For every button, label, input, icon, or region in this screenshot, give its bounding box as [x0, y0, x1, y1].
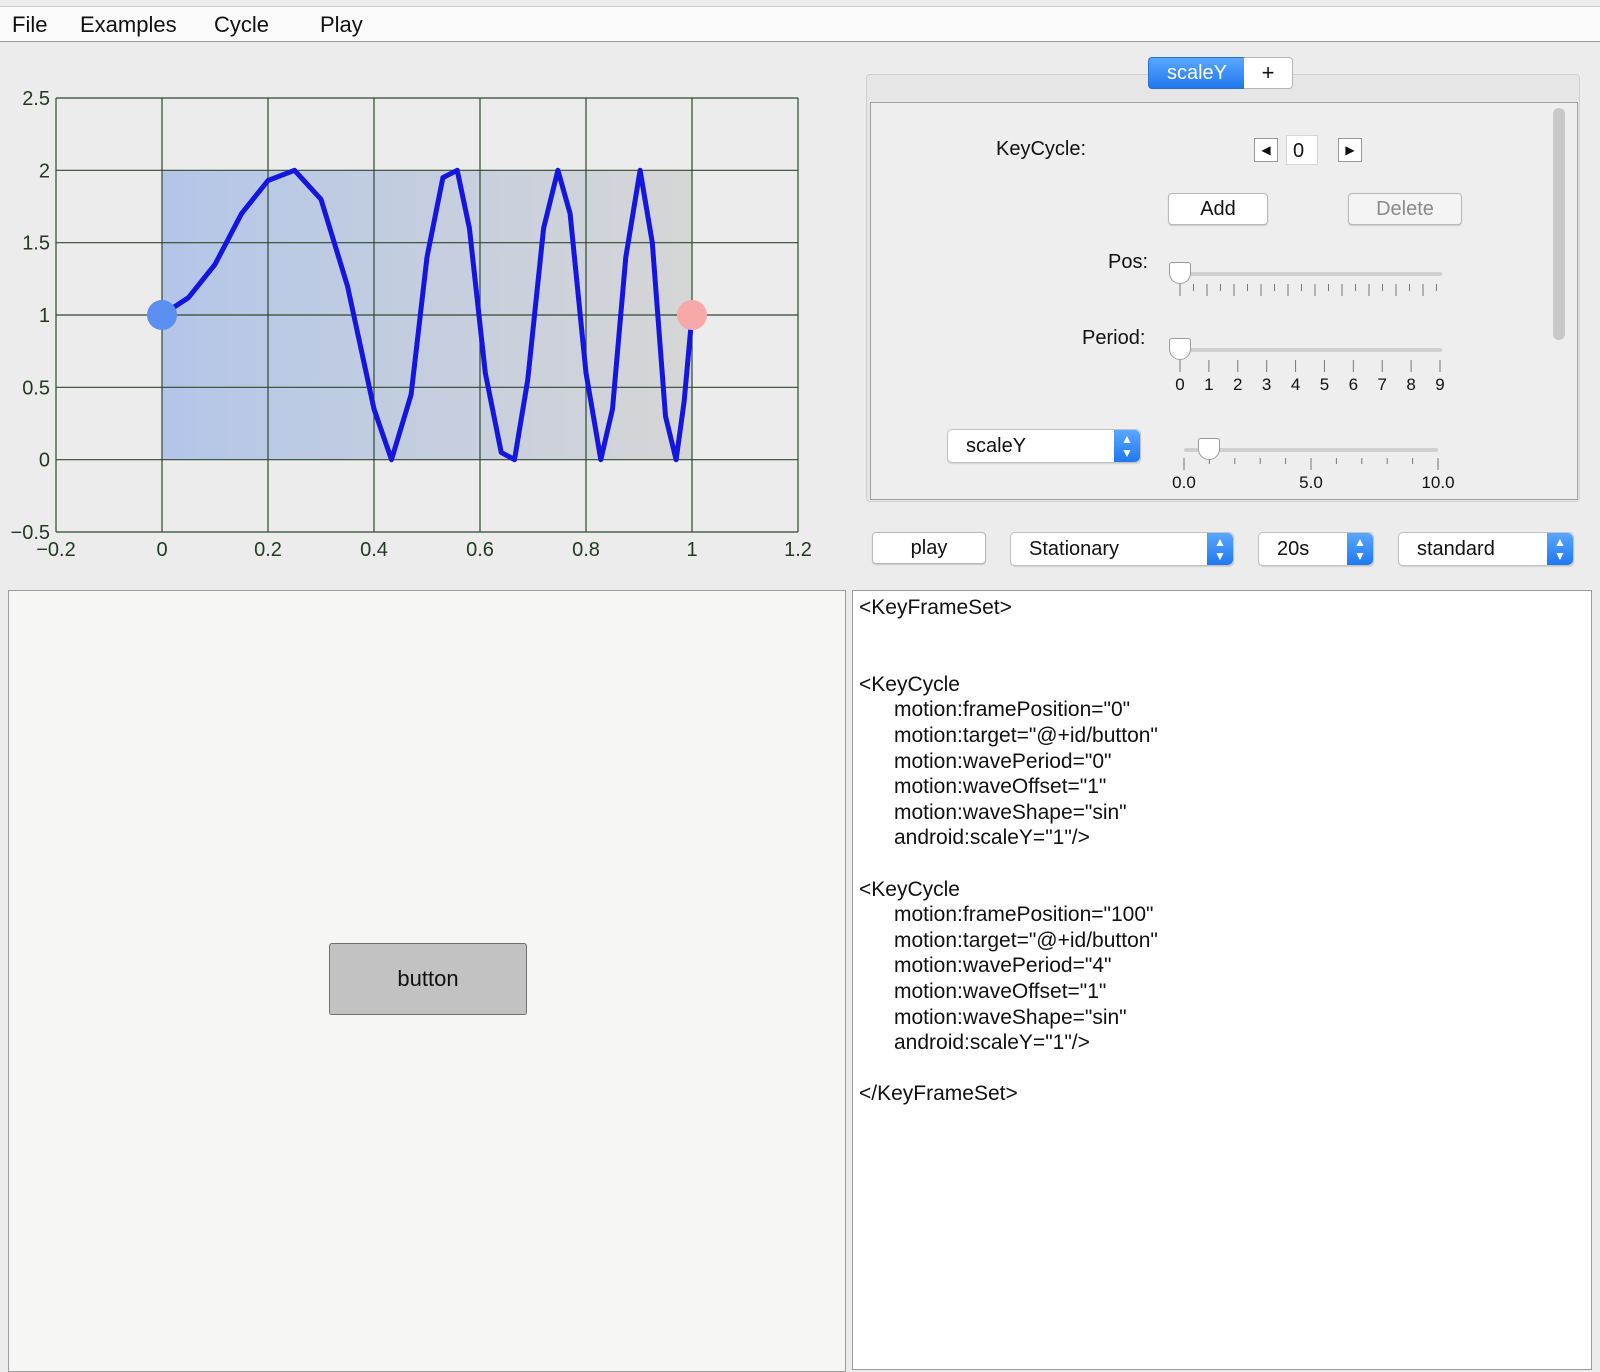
code-line: <KeyCycle	[859, 877, 960, 901]
y-tick-label: 1	[39, 305, 50, 327]
preview-button[interactable]: button	[329, 943, 527, 1015]
chevron-updown-icon: ▲ ▼	[1547, 533, 1573, 565]
xml-editor[interactable]: <KeyFrameSet> <KeyCycle motion:framePosit…	[852, 590, 1592, 1370]
period-tick-label: 3	[1262, 375, 1271, 394]
code-line: motion:wavePeriod="0"	[859, 749, 1112, 773]
attribute-select[interactable]: scaleY ▲ ▼	[947, 429, 1141, 463]
keycycle-index-field[interactable]: 0	[1286, 135, 1318, 165]
code-line: motion:waveOffset="1"	[859, 979, 1107, 1003]
end-keycycle-point	[677, 300, 707, 330]
keycycle-label: KeyCycle:	[996, 138, 1087, 160]
play-button[interactable]: play	[872, 532, 986, 564]
start-keycycle-point	[147, 300, 177, 330]
pos-slider[interactable]	[1180, 272, 1442, 276]
period-slider-ticks: 0 1 2 3 4 5 67 8 9	[1175, 360, 1445, 394]
attribute-select-value: scaleY	[966, 435, 1027, 457]
x-tick-label: 1.2	[784, 539, 812, 561]
attribute-value-slider-thumb[interactable]	[1198, 438, 1220, 460]
left-arrow-icon: ◀	[1261, 143, 1271, 157]
pos-label: Pos:	[1108, 251, 1149, 273]
x-tick-label: 0.4	[360, 539, 388, 561]
period-tick-label: 8	[1406, 375, 1415, 394]
chevron-updown-icon: ▲ ▼	[1114, 430, 1140, 462]
menu-bar: File Examples Cycle Play	[0, 6, 1600, 42]
menu-cycle[interactable]: Cycle	[214, 12, 269, 38]
period-tick-label: 0	[1175, 375, 1184, 394]
code-line: motion:waveOffset="1"	[859, 775, 1107, 799]
y-tick-label: 2	[39, 160, 50, 182]
x-tick-label: 0.8	[572, 539, 600, 561]
mode-select[interactable]: Stationary ▲ ▼	[1010, 532, 1234, 566]
y-tick-label: 1.5	[22, 233, 50, 255]
period-tick-label: 1	[1204, 375, 1213, 394]
period-slider[interactable]	[1180, 348, 1442, 352]
next-keycycle-button[interactable]: ▶	[1338, 138, 1362, 162]
attribute-value-slider[interactable]	[1184, 448, 1438, 452]
mode-select-value: Stationary	[1029, 538, 1120, 560]
code-line: motion:waveShape="sin"	[859, 800, 1127, 824]
code-line: </KeyFrameSet>	[859, 1082, 1018, 1106]
y-tick-label: 0.5	[22, 377, 50, 399]
period-tick-label: 9	[1435, 375, 1444, 394]
pos-slider-ticks	[1179, 284, 1437, 296]
attribute-tick-label: 10.0	[1421, 473, 1454, 492]
attribute-slider-ticks: 0.0 5.0 10.0	[1172, 458, 1455, 492]
code-line: android:scaleY="1"/>	[859, 1031, 1090, 1055]
panel-scrollbar[interactable]	[1553, 108, 1565, 340]
code-line: android:scaleY="1"/>	[859, 826, 1090, 850]
period-slider-thumb[interactable]	[1169, 338, 1191, 360]
code-line: motion:framePosition="100"	[859, 903, 1154, 927]
x-tick-label: 1	[686, 539, 697, 561]
duration-select-value: 20s	[1277, 538, 1310, 560]
code-line: motion:framePosition="0"	[859, 698, 1131, 722]
code-line: motion:wavePeriod="4"	[859, 954, 1112, 978]
cycle-graph[interactable]: −0.2 0 0.2 0.4 0.6 0.8 1 1.2−0.500.511.522.5	[0, 44, 820, 574]
chevron-updown-icon: ▲ ▼	[1207, 533, 1233, 565]
x-tick-label: 0	[156, 539, 167, 561]
attribute-tick-label: 0.0	[1172, 473, 1196, 492]
period-tick-label: 7	[1377, 375, 1386, 394]
period-tick-label: 5	[1320, 375, 1329, 394]
code-line: motion:target="@+id/button"	[859, 928, 1158, 952]
animation-preview: button	[8, 590, 846, 1372]
y-tick-label: 2.5	[22, 88, 50, 110]
code-line: motion:target="@+id/button"	[859, 723, 1158, 747]
menu-file[interactable]: File	[12, 12, 47, 38]
chevron-updown-icon: ▲ ▼	[1347, 533, 1373, 565]
easing-select-value: standard	[1417, 538, 1495, 560]
period-label: Period:	[1082, 327, 1146, 349]
add-button[interactable]: Add	[1168, 193, 1268, 225]
x-tick-label: 0.2	[254, 539, 282, 561]
x-tick-label: 0.6	[466, 539, 494, 561]
right-arrow-icon: ▶	[1345, 143, 1355, 157]
code-line: <KeyCycle	[859, 672, 960, 696]
menu-play[interactable]: Play	[320, 12, 363, 38]
period-tick-label: 6	[1349, 375, 1358, 394]
code-line: motion:waveShape="sin"	[859, 1005, 1127, 1029]
period-tick-label: 4	[1291, 375, 1300, 394]
y-tick-label: 0	[39, 450, 50, 472]
easing-select[interactable]: standard ▲ ▼	[1398, 532, 1574, 566]
delete-button[interactable]: Delete	[1348, 193, 1462, 225]
add-tab-button[interactable]: +	[1244, 57, 1293, 89]
y-tick-label: −0.5	[11, 522, 50, 544]
prev-keycycle-button[interactable]: ◀	[1254, 138, 1278, 162]
attribute-tick-label: 5.0	[1299, 473, 1323, 492]
menu-examples[interactable]: Examples	[80, 12, 177, 38]
period-tick-label: 2	[1233, 375, 1242, 394]
tab-scaley[interactable]: scaleY	[1148, 57, 1246, 89]
code-line: <KeyFrameSet>	[859, 596, 1012, 619]
duration-select[interactable]: 20s ▲ ▼	[1258, 532, 1374, 566]
pos-slider-thumb[interactable]	[1169, 262, 1191, 284]
